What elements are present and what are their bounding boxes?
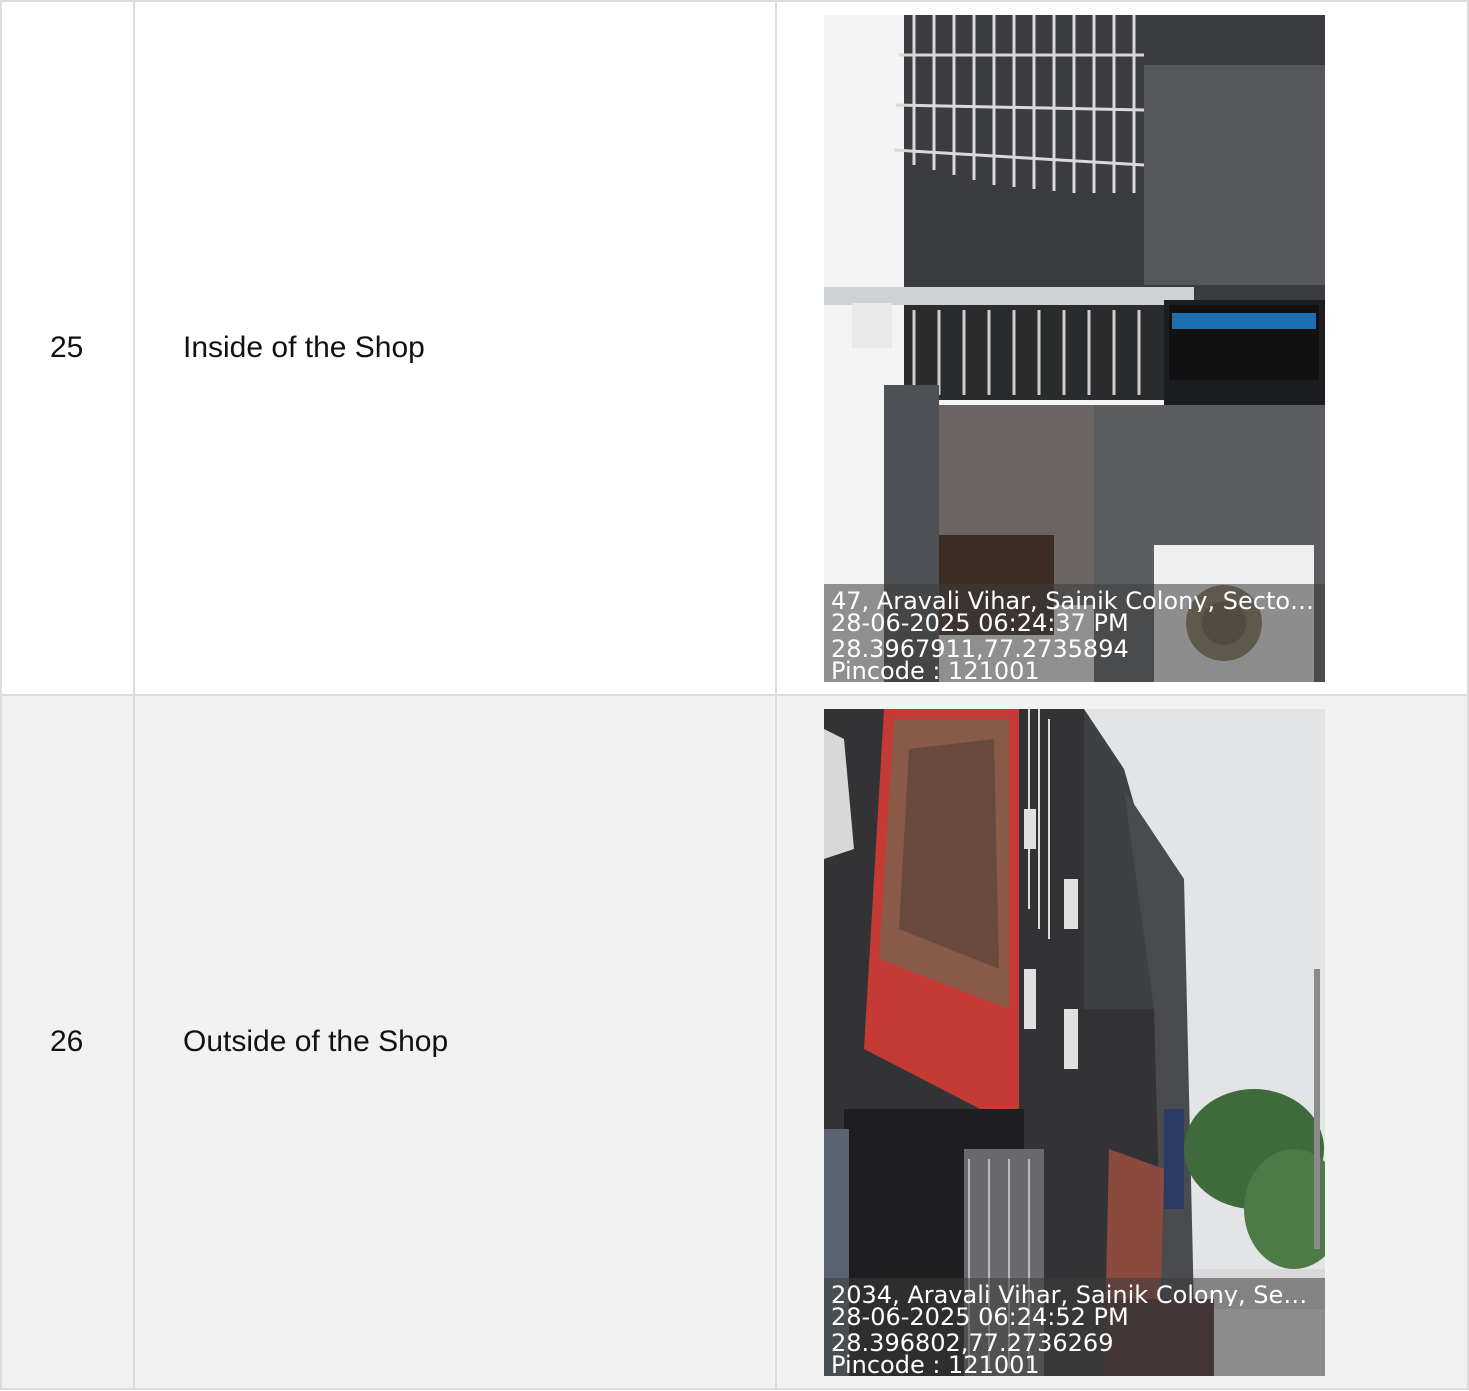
- row-number: 26: [0, 694, 135, 1390]
- shop-inside-image: [824, 14, 1325, 682]
- photo-pincode: Pincode : 121001: [831, 659, 1040, 682]
- row-number: 25: [0, 0, 135, 696]
- shop-inside-photo[interactable]: 47, Aravali Vihar, Sainik Colony, Sector…: [824, 14, 1325, 682]
- photo-coordinates: 28.3967911,77.2735894: [831, 637, 1129, 660]
- photo-address: 2034, Aravali Vihar, Sainik Colony, Sect…: [831, 1283, 1319, 1306]
- row-description: Outside of the Shop: [133, 694, 777, 1390]
- row-description: Inside of the Shop: [133, 0, 777, 696]
- photo-cell: 2034, Aravali Vihar, Sainik Colony, Sect…: [775, 694, 1469, 1390]
- table-row: 25 Inside of the Shop 47, Aravali Vihar,…: [0, 0, 1469, 696]
- photo-geotag-stamp: 2034, Aravali Vihar, Sainik Colony, Sect…: [824, 1277, 1325, 1376]
- photo-evidence-table: 25 Inside of the Shop 47, Aravali Vihar,…: [0, 0, 1469, 1390]
- photo-geotag-stamp: 47, Aravali Vihar, Sainik Colony, Sector…: [824, 583, 1325, 682]
- shop-outside-photo[interactable]: 2034, Aravali Vihar, Sainik Colony, Sect…: [824, 708, 1325, 1376]
- shop-outside-image: [824, 708, 1325, 1376]
- photo-address: 47, Aravali Vihar, Sainik Colony, Sector…: [831, 589, 1319, 612]
- table-row: 26 Outside of the Shop 2034, Aravali Vih…: [0, 694, 1469, 1390]
- photo-timestamp: 28-06-2025 06:24:52 PM: [831, 1305, 1129, 1328]
- photo-coordinates: 28.396802,77.2736269: [831, 1331, 1114, 1354]
- photo-timestamp: 28-06-2025 06:24:37 PM: [831, 611, 1129, 634]
- photo-pincode: Pincode : 121001: [831, 1353, 1040, 1376]
- photo-cell: 47, Aravali Vihar, Sainik Colony, Sector…: [775, 0, 1469, 696]
